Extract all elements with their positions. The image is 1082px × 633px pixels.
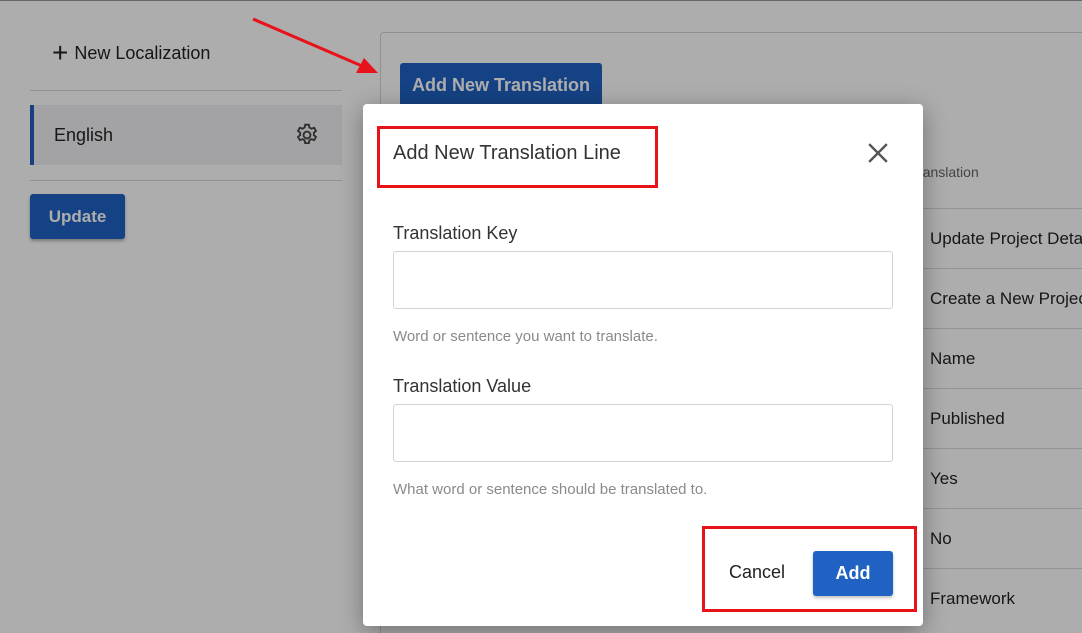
annotation-arrow <box>252 17 378 73</box>
page: + New Localization English Update Add Ne… <box>0 0 1082 633</box>
